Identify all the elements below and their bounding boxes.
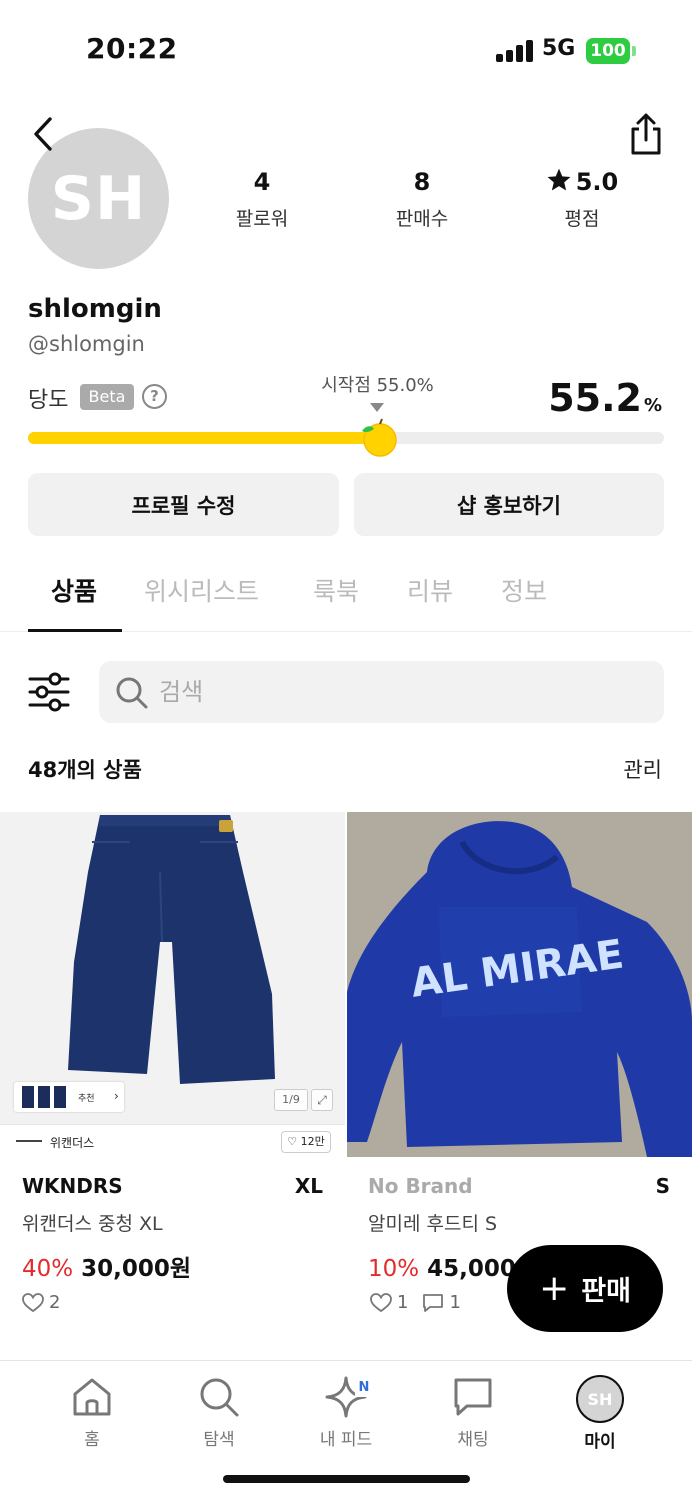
status-time: 20:22 — [86, 32, 178, 65]
network-type: 5G — [542, 36, 576, 61]
product-image-jeans[interactable] — [0, 812, 345, 1124]
search-icon — [116, 677, 148, 709]
nav-explore-label: 탐색 — [203, 1430, 235, 1450]
sell-button-label: 판매 — [581, 1276, 631, 1307]
product-price: 30,000원 — [81, 1256, 192, 1282]
tab-wishlist[interactable]: 위시리스트 — [144, 572, 259, 608]
search-box[interactable] — [99, 661, 664, 723]
followers-count: 4 — [253, 168, 271, 196]
like-count: 1 — [397, 1292, 409, 1313]
tab-products[interactable]: 상품 — [51, 572, 97, 608]
image-counter: 1/9 — [274, 1089, 308, 1111]
chat-icon — [454, 1378, 492, 1416]
nav-home[interactable]: 홈 — [42, 1375, 142, 1450]
product-card[interactable]: 추천 › 1/9 ⤢ 위캔더스 ♡ 12만 WKNDRS XL 위캔더스 중청 … — [0, 812, 345, 1360]
product-brand: WKNDRS — [22, 1174, 123, 1198]
active-tab-indicator — [28, 629, 122, 632]
sweetness-progress-fill — [28, 432, 380, 444]
start-point-marker — [370, 403, 384, 412]
related-items-label: 추천 — [78, 1094, 95, 1104]
help-icon[interactable]: ? — [142, 384, 167, 409]
manage-button[interactable]: 관리 — [623, 754, 662, 784]
product-brand: No Brand — [368, 1174, 473, 1198]
shop-logo-icon — [16, 1140, 42, 1142]
sell-button[interactable]: + 판매 — [507, 1245, 663, 1332]
search-icon — [200, 1378, 239, 1417]
nav-feed[interactable]: N 내 피드 — [296, 1375, 396, 1450]
followers-label: 팔로워 — [235, 208, 289, 230]
product-count: 48개의 상품 — [28, 758, 142, 782]
heart-icon[interactable] — [22, 1292, 44, 1313]
rating-value-row: 5.0 — [512, 166, 652, 198]
chat-bubble-icon — [423, 1293, 444, 1312]
star-icon — [547, 168, 571, 191]
filter-icon[interactable] — [28, 672, 70, 712]
sweetness-value: 55.2% — [548, 376, 662, 420]
sales-label: 판매수 — [395, 208, 449, 230]
tab-lookbook[interactable]: 룩북 — [313, 572, 359, 608]
expand-icon[interactable]: ⤢ — [311, 1089, 333, 1111]
avatar: SH — [576, 1375, 624, 1423]
product-title: 알미레 후드티 S — [368, 1213, 498, 1235]
search-input[interactable] — [159, 675, 639, 709]
product-size: S — [655, 1174, 670, 1198]
nav-my-label: 마이 — [584, 1432, 616, 1452]
beta-badge: Beta — [80, 384, 134, 410]
nav-feed-label: 내 피드 — [319, 1430, 373, 1450]
start-point-label: 시작점 55.0% — [321, 375, 434, 396]
like-count: 2 — [49, 1292, 61, 1313]
chevron-right-icon: › — [114, 1089, 119, 1103]
product-image-hoodie[interactable]: AL MIRAE — [347, 812, 692, 1157]
promote-shop-button[interactable]: 샵 홍보하기 — [354, 473, 664, 536]
related-items-chip[interactable]: 추천 › — [14, 1082, 124, 1112]
product-size: XL — [294, 1174, 323, 1198]
discount-rate: 40% — [22, 1256, 74, 1282]
stat-sales[interactable]: 8 판매수 — [352, 166, 492, 231]
user-handle: @shlomgin — [28, 332, 145, 356]
sweetness-label: 당도 — [28, 388, 69, 413]
tab-info[interactable]: 정보 — [501, 572, 547, 608]
shop-likes[interactable]: ♡ 12만 — [281, 1131, 331, 1153]
shop-name: 위캔더스 — [50, 1136, 95, 1150]
engagement-row: 1 1 — [370, 1292, 461, 1313]
sweetness-unit: % — [643, 395, 662, 416]
sales-count: 8 — [413, 168, 431, 196]
edit-profile-button[interactable]: 프로필 수정 — [28, 473, 339, 536]
battery-icon: 100 — [586, 38, 630, 64]
apple-icon — [362, 418, 397, 457]
battery-tip — [632, 46, 636, 56]
discount-rate: 10% — [368, 1256, 420, 1282]
chat-count: 1 — [449, 1292, 461, 1313]
shop-row[interactable]: 위캔더스 ♡ 12만 — [0, 1124, 345, 1158]
nav-home-label: 홈 — [84, 1430, 100, 1450]
plus-icon: + — [539, 1267, 570, 1309]
home-indicator — [223, 1475, 470, 1483]
signal-icon — [496, 40, 534, 62]
username: shlomgin — [28, 294, 162, 324]
nav-chat[interactable]: 채팅 — [423, 1375, 523, 1450]
sweetness-progress — [28, 432, 664, 444]
stat-followers[interactable]: 4 팔로워 — [192, 166, 332, 231]
price-row: 40% 30,000원 — [22, 1249, 191, 1283]
status-bar: 20:22 5G 100 — [0, 0, 692, 100]
rating-value: 5.0 — [575, 168, 619, 196]
heart-icon[interactable] — [370, 1292, 392, 1313]
product-title: 위캔더스 중청 XL — [22, 1213, 163, 1235]
profile-tabs: 상품 위시리스트 룩북 리뷰 정보 — [0, 560, 692, 632]
share-icon[interactable] — [626, 112, 666, 156]
tab-reviews[interactable]: 리뷰 — [407, 572, 453, 608]
nav-chat-label: 채팅 — [457, 1430, 489, 1450]
nav-my[interactable]: SH 마이 — [550, 1375, 650, 1452]
back-arrow-icon[interactable] — [30, 116, 60, 152]
nav-explore[interactable]: 탐색 — [169, 1375, 269, 1450]
engagement-row: 2 — [22, 1292, 60, 1313]
rating-label: 평점 — [564, 208, 600, 230]
stat-rating[interactable]: 5.0 평점 — [512, 166, 652, 231]
new-badge: N — [355, 1379, 373, 1397]
shop-likes-count: 12만 — [300, 1135, 325, 1148]
home-icon — [73, 1378, 111, 1416]
sweetness-number: 55.2 — [548, 376, 642, 420]
